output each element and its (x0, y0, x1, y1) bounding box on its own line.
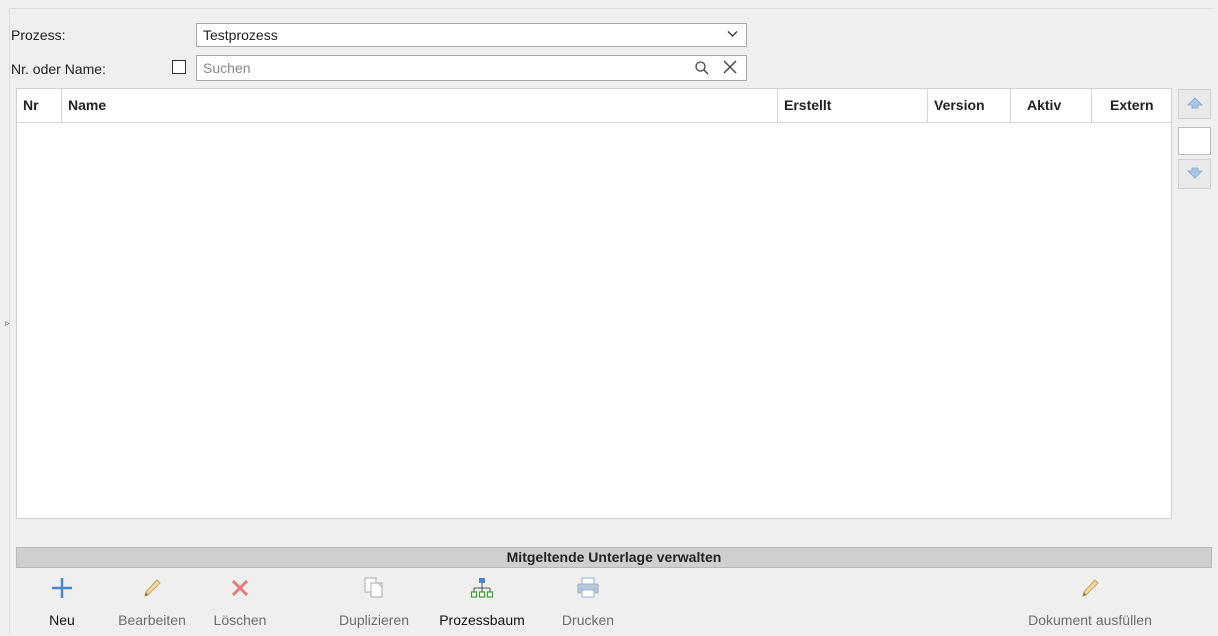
position-field[interactable] (1178, 127, 1211, 155)
neu-label: Neu (49, 612, 75, 628)
copy-icon (326, 572, 422, 604)
x-icon (204, 572, 276, 604)
pencil-icon (1014, 572, 1166, 604)
prozess-select-value: Testprozess (203, 27, 278, 43)
bearbeiten-button[interactable]: Bearbeiten (108, 572, 196, 634)
printer-icon (550, 572, 626, 604)
column-header-erstellt[interactable]: Erstellt (778, 89, 928, 122)
filter-checkbox[interactable] (172, 60, 186, 74)
documents-table[interactable]: Nr Name Erstellt Version Aktiv Extern (16, 88, 1172, 519)
search-field[interactable] (196, 55, 747, 81)
arrow-down-icon (1186, 166, 1203, 182)
duplizieren-button[interactable]: Duplizieren (326, 572, 422, 634)
drucken-button[interactable]: Drucken (550, 572, 626, 634)
search-input[interactable] (201, 59, 685, 77)
arrow-up-icon (1186, 96, 1203, 112)
filter-label: Nr. oder Name: (11, 61, 106, 77)
prozessbaum-button[interactable]: Prozessbaum (432, 572, 532, 634)
search-icon[interactable] (694, 60, 710, 79)
loeschen-button[interactable]: Löschen (204, 572, 276, 634)
clear-search-icon[interactable] (722, 59, 738, 78)
column-header-name[interactable]: Name (62, 89, 778, 122)
resize-handle[interactable]: ▹ (5, 318, 10, 329)
chevron-down-icon (727, 27, 738, 41)
tree-icon (432, 572, 532, 604)
move-down-button[interactable] (1178, 159, 1211, 189)
column-header-aktiv[interactable]: Aktiv (1011, 89, 1092, 122)
prozess-label: Prozess: (11, 27, 66, 43)
move-up-button[interactable] (1178, 89, 1211, 119)
column-header-nr[interactable]: Nr (17, 89, 62, 122)
drucken-label: Drucken (561, 612, 615, 628)
loeschen-label: Löschen (213, 612, 267, 628)
prozessbaum-label: Prozessbaum (439, 612, 525, 628)
plus-icon (38, 572, 86, 604)
neu-button[interactable]: Neu (38, 572, 86, 634)
column-header-extern[interactable]: Extern (1092, 89, 1171, 122)
dokument-ausfuellen-label: Dokument ausfüllen (1028, 612, 1152, 628)
section-title-bar: Mitgeltende Unterlage verwalten (16, 547, 1212, 568)
pencil-icon (108, 572, 196, 604)
prozess-select[interactable]: Testprozess (196, 23, 747, 47)
table-header: Nr Name Erstellt Version Aktiv Extern (17, 89, 1171, 123)
bearbeiten-label: Bearbeiten (118, 612, 186, 628)
column-header-version[interactable]: Version (928, 89, 1011, 122)
duplizieren-label: Duplizieren (338, 612, 410, 628)
dokument-ausfuellen-button[interactable]: Dokument ausfüllen (1014, 572, 1166, 634)
